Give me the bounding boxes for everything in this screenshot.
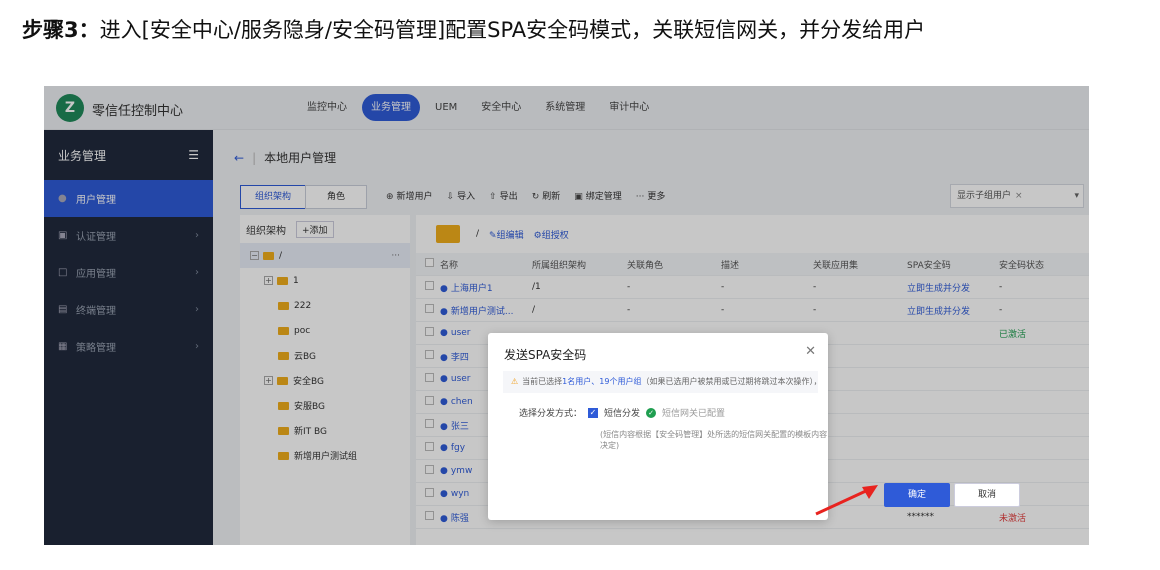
distribution-method-row: 选择分发方式： ✓ 短信分发 ✓ 短信网关已配置 xyxy=(519,406,725,419)
annotation-arrow-icon xyxy=(815,485,878,516)
confirm-button[interactable]: 确定 xyxy=(884,483,950,507)
step-prefix: 步骤3： xyxy=(22,18,100,42)
cancel-button[interactable]: 取消 xyxy=(954,483,1020,507)
sms-checkbox[interactable]: ✓ xyxy=(588,407,599,418)
app-screenshot: Z 零信任控制中心 监控中心 业务管理 UEM 安全中心 系统管理 审计中心 业… xyxy=(44,86,1089,545)
warning-icon: ⚠ xyxy=(511,377,519,386)
method-label: 选择分发方式： xyxy=(519,409,583,419)
dialog-tip: ⚠当前已选择1名用户、19个用户组（如果已选用户被禁用或已过期将跳过本次操作），… xyxy=(503,371,818,393)
sms-note: (短信内容根据【安全码管理】处所选的短信网关配置的模板内容决定) xyxy=(600,430,828,450)
sms-option-label: 短信分发 xyxy=(604,409,641,419)
step-heading: 步骤3：进入[安全中心/服务隐身/安全码管理]配置SPA安全码模式，关联短信网关… xyxy=(22,14,925,44)
dialog-title: 发送SPA安全码 xyxy=(504,348,587,362)
check-circle-icon: ✓ xyxy=(646,407,657,418)
gateway-status: 短信网关已配置 xyxy=(662,409,726,419)
step-text: 进入[安全中心/服务隐身/安全码管理]配置SPA安全码模式，关联短信网关，并分发… xyxy=(99,18,926,42)
close-icon[interactable]: ✕ xyxy=(805,344,816,359)
send-spa-dialog: 发送SPA安全码 ✕ ⚠ 当前已选择1名用户、19个用户组（如果已选用户被禁用或已… xyxy=(488,333,828,520)
